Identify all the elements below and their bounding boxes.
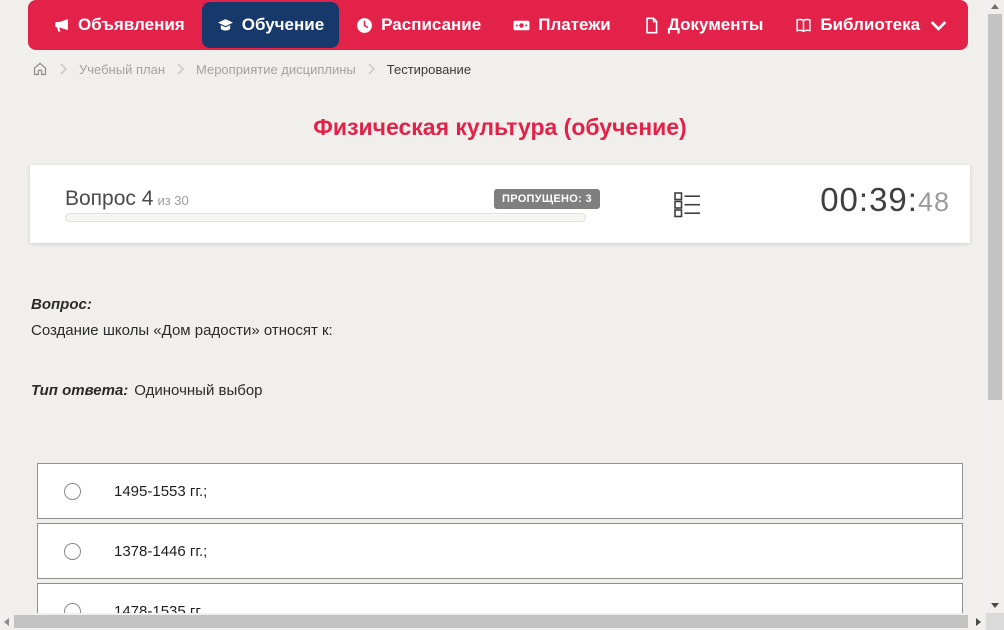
question-text: Создание школы «Дом радости» относят к: xyxy=(31,322,333,339)
timer-main: 00:39: xyxy=(820,181,918,218)
book-icon xyxy=(795,17,812,34)
question-block: Вопрос: Создание школы «Дом радости» отн… xyxy=(31,292,931,404)
question-heading: Вопрос: xyxy=(31,296,92,313)
answer-option-label: 1378-1446 гг.; xyxy=(114,542,208,560)
quiz-header-card: Вопрос 4 из 30 ПРОПУЩЕНО: 3 00:39:48 xyxy=(30,165,970,243)
nav-item-label: Расписание xyxy=(381,15,482,34)
nav-item-label: Библиотека xyxy=(820,15,921,34)
nav-item-label: Объявления xyxy=(78,15,185,34)
main-navbar: Объявления Обучение Расписание Платежи Д… xyxy=(28,0,968,50)
horizontal-scrollbar[interactable] xyxy=(0,613,986,630)
nav-item-label: Документы xyxy=(667,15,764,34)
answer-type-label: Тип ответа: xyxy=(31,382,129,399)
megaphone-icon xyxy=(53,17,70,34)
graduation-cap-icon xyxy=(217,17,234,34)
nav-item-schedule[interactable]: Расписание xyxy=(341,2,496,48)
clock-icon xyxy=(356,17,373,34)
timer-seconds: 48 xyxy=(917,187,950,217)
vertical-scroll-thumb[interactable] xyxy=(988,14,1002,400)
scroll-right-arrow[interactable] xyxy=(976,618,981,626)
radio-button[interactable] xyxy=(64,542,81,560)
nav-item-documents[interactable]: Документы xyxy=(628,2,779,48)
scroll-left-arrow[interactable] xyxy=(4,618,9,626)
chevron-right-icon xyxy=(60,63,67,75)
breadcrumb: Учебный план Мероприятие дисциплины Тест… xyxy=(32,61,471,77)
scroll-down-arrow[interactable] xyxy=(991,603,999,608)
nav-item-announcements[interactable]: Объявления xyxy=(38,2,200,48)
answer-type-row: Тип ответа: Одиночный выбор xyxy=(31,378,931,404)
nav-item-learning[interactable]: Обучение xyxy=(201,2,340,48)
scrollbar-corner xyxy=(986,613,1004,630)
nav-item-label: Обучение xyxy=(241,15,325,34)
horizontal-scroll-thumb[interactable] xyxy=(14,615,968,628)
banknote-icon xyxy=(513,17,530,34)
countdown-timer: 00:39:48 xyxy=(820,181,950,219)
question-number: Вопрос 4 xyxy=(65,187,154,210)
nav-item-label: Платежи xyxy=(538,15,611,34)
answer-options: 1495-1553 гг.; 1378-1446 гг.; 1478-1535 … xyxy=(37,463,963,630)
home-icon[interactable] xyxy=(32,61,48,77)
vertical-scrollbar[interactable] xyxy=(986,0,1004,613)
answer-type-value: Одиночный выбор xyxy=(134,382,263,399)
chevron-down-icon xyxy=(930,17,947,34)
nav-item-library[interactable]: Библиотека xyxy=(780,2,962,48)
answer-option-label: 1495-1553 гг.; xyxy=(114,482,208,500)
radio-button[interactable] xyxy=(64,482,81,500)
breadcrumb-item-curriculum[interactable]: Учебный план xyxy=(79,62,165,77)
breadcrumb-item-discipline-event[interactable]: Мероприятие дисциплины xyxy=(196,62,356,77)
question-counter: Вопрос 4 из 30 xyxy=(65,187,189,211)
breadcrumb-item-testing: Тестирование xyxy=(386,61,472,77)
document-icon xyxy=(643,16,660,34)
page-title: Физическая культура (обучение) xyxy=(313,114,687,140)
scroll-up-arrow[interactable] xyxy=(991,4,999,9)
chevron-right-icon xyxy=(177,63,184,75)
skipped-badge: ПРОПУЩЕНО: 3 xyxy=(494,189,600,209)
chevron-right-icon xyxy=(368,63,375,75)
answer-option-2[interactable]: 1378-1446 гг.; xyxy=(37,523,963,579)
answer-option-1[interactable]: 1495-1553 гг.; xyxy=(37,463,963,519)
nav-item-payments[interactable]: Платежи xyxy=(498,2,626,48)
question-total: из 30 xyxy=(157,193,189,208)
quiz-progress-bar xyxy=(65,213,586,222)
question-list-icon[interactable] xyxy=(674,191,701,218)
